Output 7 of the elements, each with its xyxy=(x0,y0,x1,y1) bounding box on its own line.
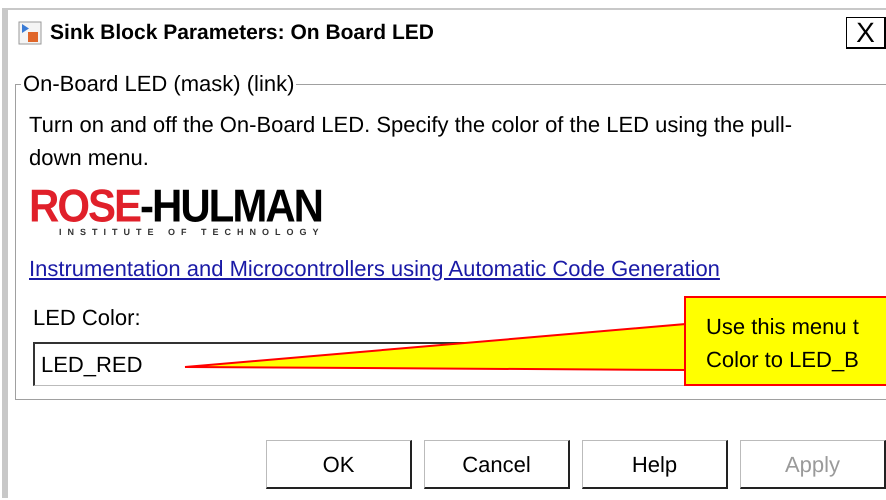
callout-text: Color to LED_B xyxy=(706,346,860,374)
field-label: LED Color: xyxy=(33,304,141,332)
description-text: Turn on and off the On-Board LED. Specify the color of the LED using the pull-down menu. xyxy=(29,111,794,172)
callout-text: Use this menu t xyxy=(706,313,860,341)
window-title: Sink Block Parameters: On Board LED xyxy=(50,20,434,46)
logo-wordmark: ROSE-HULMAN xyxy=(29,184,323,228)
logo-tagline: INSTITUTE OF TECHNOLOGY xyxy=(59,226,326,239)
